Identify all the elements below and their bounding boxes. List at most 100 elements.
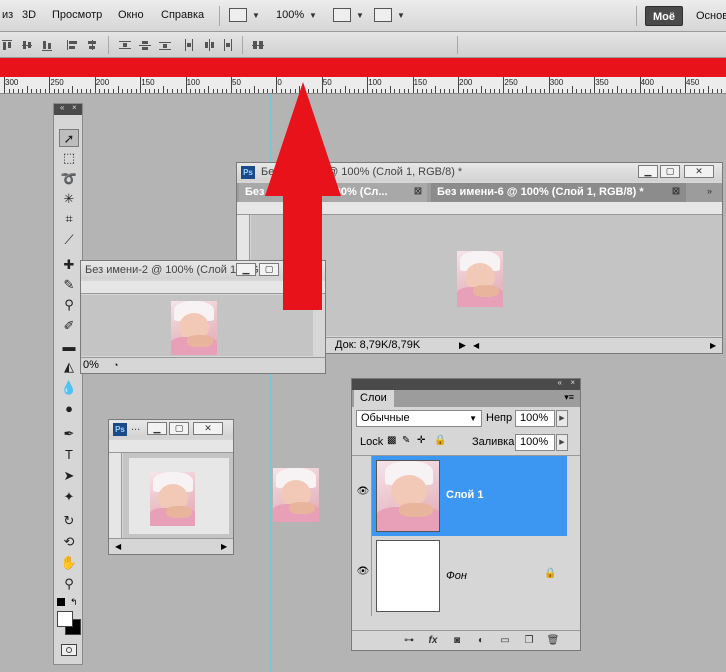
zoom-status[interactable]: 0% — [83, 358, 99, 373]
chevron-down-icon[interactable]: ▼ — [356, 11, 364, 20]
eye-visibility-icon[interactable]: 👁 — [356, 566, 370, 577]
clone-stamp-icon[interactable]: ⚲ — [59, 296, 79, 314]
layer-name[interactable]: Слой 1 — [446, 489, 483, 501]
align-top-icon[interactable] — [0, 38, 14, 52]
opacity-input[interactable]: 100% — [515, 410, 555, 427]
link-layers-icon[interactable]: ⊶ — [402, 635, 416, 647]
magic-wand-icon[interactable]: ✳ — [59, 190, 79, 208]
swap-colors-icon[interactable]: ↰ — [70, 597, 78, 608]
add-mask-icon[interactable]: ◙ — [450, 635, 464, 647]
menu-item-window[interactable]: Окно — [118, 9, 144, 21]
fill-input[interactable]: 100% — [515, 434, 555, 451]
minimize-button[interactable]: ▁ — [236, 263, 256, 276]
distribute-top-icon[interactable] — [118, 38, 132, 52]
workspace-label[interactable]: Основ — [696, 10, 726, 22]
menu-item-3d[interactable]: 3D — [22, 9, 36, 21]
new-group-icon[interactable]: ▭ — [498, 635, 512, 647]
menu-item-layers[interactable]: из — [2, 9, 13, 21]
chevron-down-icon[interactable]: ▼ — [469, 411, 477, 426]
fx-icon[interactable]: fx — [426, 635, 440, 647]
scroll-right-icon[interactable]: ▶ — [710, 338, 716, 353]
document-ruler-vertical[interactable] — [109, 453, 122, 538]
horizontal-ruler[interactable]: 300 250 200 150 100 50 0 50 100 150 200 250 300 350 40… — [0, 77, 726, 94]
scroll-left-icon[interactable]: ◀ — [473, 338, 479, 353]
lock-transparency-icon[interactable]: ▩ — [387, 435, 396, 446]
tab-document-6[interactable]: Без имени-6 @ 100% (Слой 1, RGB/8) * ⊠ — [431, 183, 686, 202]
distribute-left-icon[interactable] — [182, 38, 196, 52]
dodge-tool-icon[interactable]: ● — [59, 400, 79, 418]
lock-position-icon[interactable]: ✛ — [417, 435, 425, 446]
distribute-bottom-icon[interactable] — [158, 38, 172, 52]
type-tool-icon[interactable]: T — [59, 446, 79, 464]
close-icon[interactable]: ⊠ — [671, 187, 681, 197]
align-vcenter-icon[interactable] — [20, 38, 34, 52]
eyedropper-icon[interactable]: ⟋ — [59, 231, 79, 249]
fill-stepper[interactable]: ▶ — [556, 434, 568, 451]
zoom-tool-icon[interactable]: ⚲ — [59, 575, 79, 593]
distribute-right-icon[interactable] — [220, 38, 234, 52]
3d-orbit-icon[interactable]: ⟲ — [59, 533, 79, 551]
close-button[interactable]: ✕ — [193, 422, 223, 435]
quick-mask-icon[interactable] — [61, 644, 77, 656]
eraser-icon[interactable]: ▬ — [59, 338, 79, 356]
tab-layers[interactable]: Слои — [354, 390, 394, 407]
layer-name[interactable]: Фон — [446, 570, 467, 582]
move-tool-icon[interactable]: ➚ — [59, 129, 79, 147]
lock-all-icon[interactable]: 🔒 — [434, 435, 446, 446]
align-hcenter-icon[interactable] — [85, 38, 99, 52]
chevron-down-icon[interactable]: ▼ — [252, 11, 260, 20]
crop-tool-icon[interactable]: ⌗ — [59, 210, 79, 228]
maximize-button[interactable]: ▢ — [660, 165, 680, 178]
layers-panel-header[interactable]: « × — [352, 378, 580, 390]
maximize-button[interactable]: ▢ — [259, 263, 279, 276]
layer-row-selected[interactable]: 👁 Слой 1 — [352, 456, 580, 536]
scroll-left-icon[interactable]: ◀ — [115, 539, 121, 554]
document-ruler-horizontal[interactable] — [109, 440, 233, 453]
panel-menu-icon[interactable]: ▾≡ — [564, 392, 574, 403]
screen-frame-icon[interactable] — [374, 8, 392, 22]
path-selection-icon[interactable]: ➤ — [59, 467, 79, 485]
document-titlebar[interactable]: Ps ... ▁ ▢ ✕ — [109, 420, 233, 438]
align-left-icon[interactable] — [65, 38, 79, 52]
dragged-baby-photo[interactable] — [273, 468, 319, 522]
blur-tool-icon[interactable]: 💧 — [59, 379, 79, 397]
status-menu-icon[interactable]: ▶ — [459, 338, 466, 353]
document-canvas[interactable] — [123, 453, 233, 538]
maximize-button[interactable]: ▢ — [169, 422, 189, 435]
paint-bucket-icon[interactable]: ◭ — [59, 358, 79, 376]
arrange-documents-icon[interactable] — [333, 8, 351, 22]
zoom-level[interactable]: 100% — [276, 9, 304, 21]
document-window-3[interactable]: Ps ... ▁ ▢ ✕ ◀ ▶ — [108, 419, 234, 555]
menu-item-view[interactable]: Просмотр — [52, 9, 102, 21]
trash-icon[interactable]: 🗑 — [546, 635, 560, 647]
align-bottom-icon[interactable] — [40, 38, 54, 52]
brush-tool-icon[interactable]: ✎ — [59, 276, 79, 294]
auto-align-icon[interactable] — [251, 38, 265, 52]
minimize-button[interactable]: ▁ — [147, 422, 167, 435]
foreground-color-swatch[interactable] — [57, 611, 73, 627]
close-icon[interactable]: × — [570, 378, 575, 387]
history-brush-icon[interactable]: ✐ — [59, 317, 79, 335]
lock-pixels-icon[interactable]: ✎ — [402, 435, 410, 446]
hand-tool-icon[interactable]: ✋ — [59, 554, 79, 572]
pen-tool-icon[interactable]: ✒ — [59, 425, 79, 443]
eye-visibility-icon[interactable]: 👁 — [356, 486, 370, 497]
close-icon[interactable]: ⊠ — [413, 187, 423, 197]
chevron-down-icon[interactable]: ▼ — [309, 11, 317, 20]
minimize-button[interactable]: ▁ — [638, 165, 658, 178]
lasso-tool-icon[interactable]: ➰ — [59, 170, 79, 188]
chevron-down-icon[interactable]: ▼ — [397, 11, 405, 20]
healing-brush-icon[interactable]: ✚ — [59, 256, 79, 274]
opacity-stepper[interactable]: ▶ — [556, 410, 568, 427]
workspace-button[interactable]: Моё — [645, 6, 683, 26]
adjustment-layer-icon[interactable]: ◐ — [474, 635, 488, 647]
distribute-hcenter-icon[interactable] — [202, 38, 216, 52]
layer-row[interactable]: 👁 Фон 🔒 — [352, 536, 580, 616]
menu-item-help[interactable]: Справка — [161, 9, 204, 21]
collapse-icon[interactable]: « — [60, 103, 64, 112]
tab-overflow-icon[interactable]: » — [707, 186, 712, 196]
status-menu-icon[interactable]: ◔ — [113, 358, 118, 373]
new-layer-icon[interactable]: ❐ — [522, 635, 536, 647]
blend-mode-select[interactable]: Обычные ▼ — [356, 410, 482, 427]
close-icon[interactable]: × — [72, 103, 77, 112]
